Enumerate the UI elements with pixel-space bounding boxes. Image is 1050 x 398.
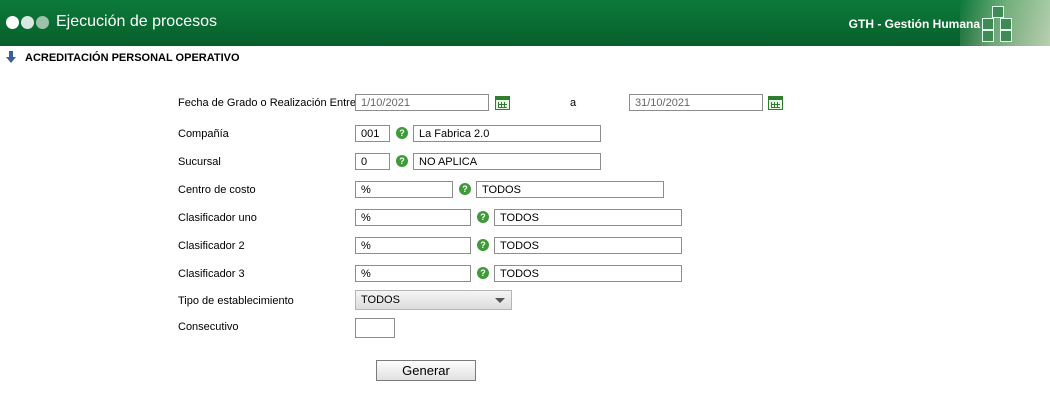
- compania-label: Compañía: [178, 128, 229, 140]
- module-name: GTH - Gestión Humana: [848, 17, 980, 31]
- fecha-label: Fecha de Grado o Realización Entre:: [178, 97, 359, 109]
- consecutivo-input[interactable]: [355, 318, 395, 338]
- compania-code-input[interactable]: 001: [355, 125, 390, 142]
- help-icon[interactable]: ?: [477, 211, 489, 223]
- help-icon[interactable]: ?: [477, 267, 489, 279]
- clasificador-2-name-input[interactable]: TODOS: [494, 237, 682, 254]
- fecha-hasta-input[interactable]: 31/10/2021: [629, 94, 763, 111]
- generar-button[interactable]: Generar: [376, 360, 476, 381]
- help-icon[interactable]: ?: [396, 155, 408, 167]
- calendar-icon[interactable]: [495, 96, 510, 110]
- clasificador-uno-label: Clasificador uno: [178, 212, 257, 224]
- clasificador-uno-code-input[interactable]: %: [355, 209, 471, 226]
- centro-costo-name-input[interactable]: TODOS: [476, 181, 664, 198]
- tipo-establecimiento-label: Tipo de establecimiento: [178, 295, 294, 307]
- section-title: ACREDITACIÓN PERSONAL OPERATIVO: [25, 52, 240, 64]
- sucursal-label: Sucursal: [178, 156, 221, 168]
- clasificador-3-label: Clasificador 3: [178, 268, 245, 280]
- clasificador-uno-name-input[interactable]: TODOS: [494, 209, 682, 226]
- clasificador-3-code-input[interactable]: %: [355, 265, 471, 282]
- tipo-establecimiento-value: TODOS: [361, 294, 400, 306]
- help-icon[interactable]: ?: [396, 127, 408, 139]
- app-header: Ejecución de procesos GTH - Gestión Huma…: [0, 0, 1050, 46]
- window-dots-icon: [6, 16, 51, 34]
- centro-costo-label: Centro de costo: [178, 184, 256, 196]
- centro-costo-code-input[interactable]: %: [355, 181, 453, 198]
- sucursal-name-input[interactable]: NO APLICA: [413, 153, 601, 170]
- users-icon: [982, 6, 1012, 42]
- page-title: Ejecución de procesos: [56, 13, 217, 30]
- calendar-icon[interactable]: [768, 96, 783, 110]
- fecha-separator: a: [570, 97, 577, 109]
- help-icon[interactable]: ?: [459, 183, 471, 195]
- clasificador-2-code-input[interactable]: %: [355, 237, 471, 254]
- collapse-arrow-icon[interactable]: [6, 51, 16, 63]
- help-icon[interactable]: ?: [477, 239, 489, 251]
- chevron-down-icon: [495, 298, 505, 303]
- sucursal-code-input[interactable]: 0: [355, 153, 390, 170]
- tipo-establecimiento-select[interactable]: TODOS: [355, 290, 512, 310]
- consecutivo-label: Consecutivo: [178, 321, 239, 333]
- clasificador-3-name-input[interactable]: TODOS: [494, 265, 682, 282]
- compania-name-input[interactable]: La Fabrica 2.0: [413, 125, 601, 142]
- fecha-desde-input[interactable]: 1/10/2021: [355, 94, 489, 111]
- clasificador-2-label: Clasificador 2: [178, 240, 245, 252]
